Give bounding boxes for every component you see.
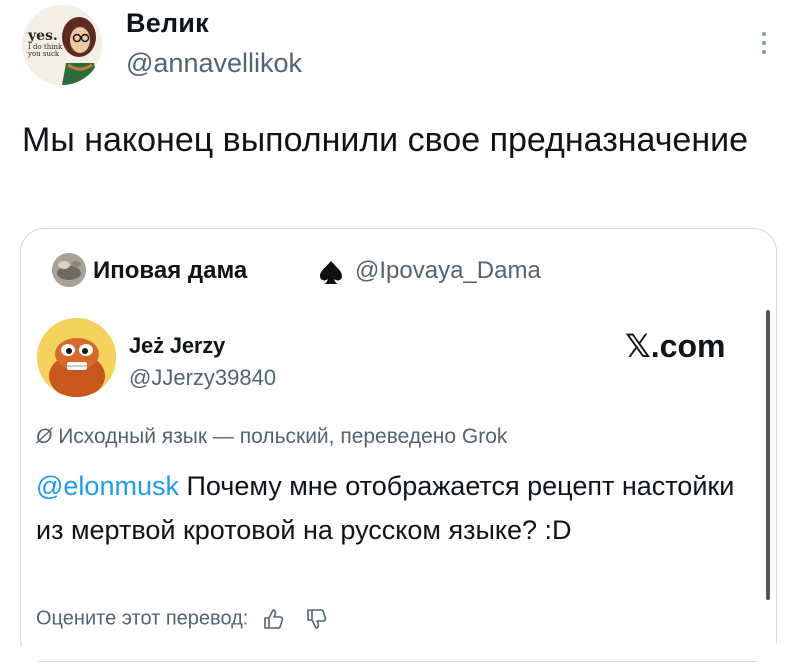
avatar-caption: yes. I do think you suck: [28, 29, 68, 58]
embedded-author-avatar: [37, 318, 116, 397]
embedded-author-name: Jeż Jerzy: [129, 333, 226, 358]
rate-translation-label: Оцените этот перевод:: [36, 607, 249, 630]
quote-author-avatar[interactable]: [52, 253, 86, 287]
media-scrollbar: [766, 310, 770, 600]
translate-icon: Ø: [36, 425, 53, 448]
more-icon[interactable]: [756, 28, 772, 58]
avatar-caption-small: I do think you suck: [28, 42, 63, 59]
author-avatar[interactable]: yes. I do think you suck: [22, 5, 102, 85]
embedded-tweet-text: @elonmusk Почему мне отображается рецепт…: [36, 464, 746, 552]
thumbs-up-icon: [260, 606, 286, 632]
translation-note: Ø Исходный язык — польский, переведено G…: [36, 425, 507, 449]
mention-link: @elonmusk: [36, 471, 179, 501]
rate-translation: Оцените этот перевод:: [36, 606, 329, 632]
author-name[interactable]: Велик: [126, 8, 209, 39]
avatar-caption-big: yes.: [28, 28, 58, 44]
translation-note-text: Исходный язык — польский, переведено Gro…: [58, 425, 508, 448]
quote-author-handle[interactable]: @Ipovaya_Dama: [355, 257, 541, 285]
tweet-text: Мы наконец выполнили свое предназначение: [22, 121, 749, 159]
thumbs-down-icon: [303, 606, 329, 632]
quote-author-name[interactable]: Иповая дама: [93, 257, 247, 285]
author-handle[interactable]: @annavellikok: [126, 48, 302, 79]
spade-icon: [317, 258, 345, 286]
embedded-author-handle: @JJerzy39840: [129, 365, 277, 390]
x-logo: 𝕏.com: [625, 328, 726, 364]
